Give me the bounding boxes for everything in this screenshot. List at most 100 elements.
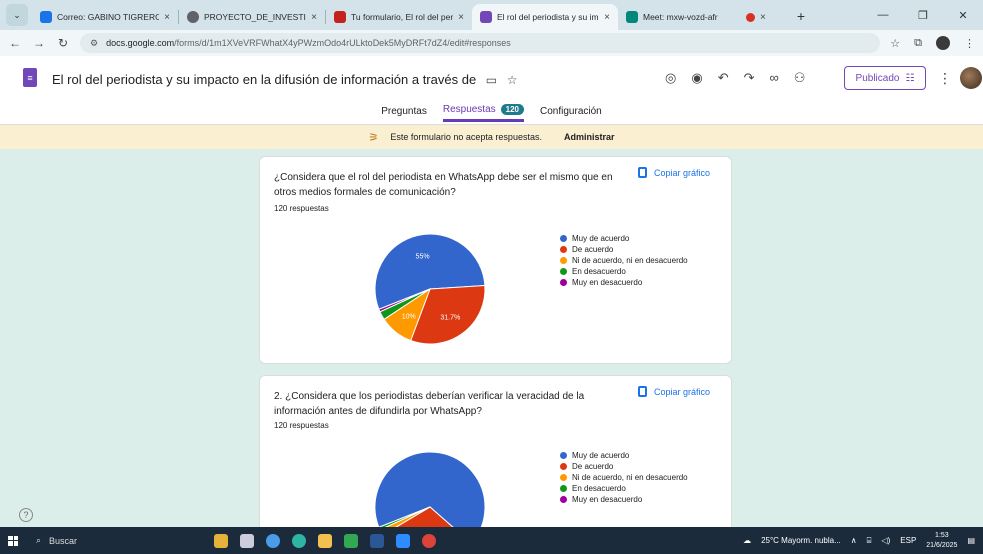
star-icon[interactable]: ☆ [507,73,518,87]
legend-item: Muy en desacuerdo [560,494,688,505]
chart-legend: Muy de acuerdo De acuerdo Ni de acuerdo, n… [560,233,688,288]
task-view-icon[interactable] [240,533,254,548]
responses-off-icon: ⚞ [368,131,379,144]
network-icon[interactable]: ⌸ [867,536,872,546]
tab-title: Correo: GABINO TIGRERO, MAR [57,12,160,22]
forms-logo-icon[interactable]: ≡ [23,68,37,87]
close-window-button[interactable]: ✕ [943,0,983,30]
close-tab-icon[interactable]: × [164,12,170,23]
browser-tab-gmail[interactable]: Correo: GABINO TIGRERO, MAR × [32,4,178,30]
search-icon: ⌕ [36,535,42,545]
forms-header: ≡ El rol del periodista y su impacto en … [0,56,983,125]
response-count: 120 respuestas [274,204,329,213]
new-tab-button[interactable]: + [790,5,812,27]
weather-icon[interactable]: ☁ [743,536,751,545]
preview-eye-icon[interactable]: ◉ [691,70,702,86]
question-title: ¿Considera que el rol del periodista en … [274,172,613,198]
link-icon[interactable]: ∞ [770,70,779,86]
legend-item: En desacuerdo [560,483,688,494]
copy-chart-button[interactable]: Copiar gráfico [638,386,710,397]
browser-tab-formulario[interactable]: Tu formulario, El rol del periodi × [326,4,472,30]
browser-tab-proyecto[interactable]: PROYECTO_DE_INVESTIGACIÓN × [179,4,325,30]
redo-icon[interactable]: ↷ [744,70,755,86]
response-count: 120 respuestas [274,421,329,430]
close-tab-icon[interactable]: × [311,12,317,23]
legend-label: En desacuerdo [572,484,626,493]
tab-label: Respuestas [442,104,496,115]
volume-icon[interactable]: ◁) [881,536,890,545]
legend-item: Ni de acuerdo, ni en desacuerdo [560,472,688,483]
record-icon [746,12,755,22]
windows-logo-icon [8,535,18,546]
site-info-icon[interactable]: ⚙ [90,38,98,49]
tab-search-button[interactable]: ⌄ [6,4,28,26]
more-options-icon[interactable]: ⋮ [938,70,952,87]
browser-tab-meet[interactable]: Meet: mxw-vozd-afr [618,4,738,30]
taskbar-search[interactable]: ⌕ Buscar [26,535,166,546]
widgets-icon[interactable] [214,533,228,548]
notifications-icon[interactable]: ▤ [967,536,975,545]
extensions-icon[interactable]: ⧉ [914,37,922,50]
tab-preguntas[interactable]: Preguntas [381,104,427,122]
reload-button[interactable]: ↻ [56,36,70,50]
browser-tabstrip: ⌄ Correo: GABINO TIGRERO, MAR × PROYECTO… [0,0,983,30]
account-avatar[interactable] [960,67,982,89]
publish-button[interactable]: Publicado ☷ [844,66,926,90]
tab-title: Meet: mxw-vozd-afr [643,12,718,22]
url-host: docs.google.com [106,38,175,48]
edge-icon[interactable] [292,533,306,548]
close-tab-icon[interactable]: × [604,12,610,23]
legend-item: De acuerdo [560,461,688,472]
responses-count-badge: 120 [500,104,525,115]
file-explorer-icon[interactable] [318,533,332,548]
weather-text[interactable]: 25°C Mayorm. nubla... [761,536,841,545]
legend-item: En desacuerdo [560,266,688,277]
legend-swatch [560,257,567,264]
zoom-icon[interactable] [396,533,410,548]
language-indicator[interactable]: ESP [900,536,916,545]
tab-configuracion[interactable]: Configuración [540,104,602,122]
legend-item: Muy en desacuerdo [560,277,688,288]
browser-menu-icon[interactable]: ⋮ [964,37,975,50]
tab-label: Configuración [540,105,602,117]
legend-label: Ni de acuerdo, ni en desacuerdo [572,256,688,265]
tab-title: El rol del periodista y su impact [497,12,599,22]
palette-icon[interactable]: ◎ [665,70,676,86]
windows-taskbar: ⌕ Buscar ☁ 25°C Mayorm. nubla... ∧ ⌸ ◁) … [0,527,983,554]
back-button[interactable]: ← [8,36,22,50]
legend-label: Muy de acuerdo [572,234,630,243]
word-icon[interactable] [370,533,384,548]
responses-content[interactable]: ¿Considera que el rol del periodista en … [0,149,983,527]
undo-icon[interactable]: ↶ [718,70,729,86]
tab-title: PROYECTO_DE_INVESTIGACIÓN [204,12,306,22]
bookmark-star-icon[interactable]: ☆ [890,37,900,50]
clock-date: 21/6/2025 [926,541,958,549]
start-button[interactable] [0,535,26,546]
chrome-icon[interactable] [422,533,436,548]
profile-avatar[interactable] [936,36,950,50]
address-bar[interactable]: ⚙ docs.google.com/forms/d/1m1XVeVRFWhatX… [80,33,881,53]
restore-button[interactable]: ❐ [903,0,943,30]
meet-icon [626,11,638,23]
form-title-area: El rol del periodista y su impacto en la… [52,72,518,87]
browser-tab-forms-active[interactable]: El rol del periodista y su impact × [472,4,618,30]
store-icon[interactable] [344,533,358,548]
forward-button[interactable]: → [32,36,46,50]
system-tray: ☁ 25°C Mayorm. nubla... ∧ ⌸ ◁) ESP 1:53 … [743,527,975,554]
close-tab-icon[interactable]: × [760,12,766,23]
copilot-icon[interactable] [266,533,280,548]
folder-icon[interactable]: ▭ [486,73,497,87]
tab-label: Preguntas [381,105,427,117]
help-icon[interactable]: ? [19,508,33,522]
manage-button[interactable]: Administrar [564,132,615,142]
minimize-button[interactable]: — [863,0,903,30]
close-tab-icon[interactable]: × [458,12,464,23]
browser-tab-recording[interactable]: × [738,4,782,30]
tab-respuestas[interactable]: Respuestas 120 [442,104,525,122]
copy-chart-button[interactable]: Copiar gráfico [638,167,710,178]
question-title: 2. ¿Considera que los periodistas deberí… [274,391,585,417]
slice-label: 10% [402,314,416,321]
clock[interactable]: 1:53 21/6/2025 [926,531,957,551]
add-collaborator-icon[interactable]: ⚇ [794,70,806,86]
tray-chevron-icon[interactable]: ∧ [851,536,857,545]
